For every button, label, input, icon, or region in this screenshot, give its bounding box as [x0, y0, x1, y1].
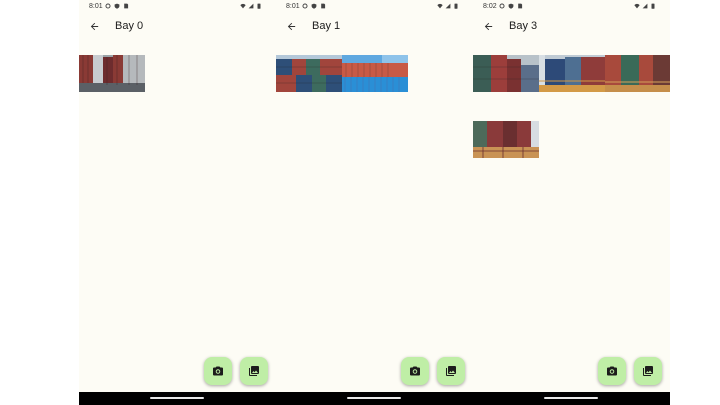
photo-library-icon — [643, 366, 653, 376]
container-photo-image — [79, 55, 145, 92]
wifi-icon — [437, 3, 443, 9]
container-photo-image — [276, 55, 342, 92]
settings-icon — [499, 3, 505, 9]
container-photo[interactable] — [342, 55, 408, 92]
camera-button[interactable] — [598, 357, 626, 385]
gallery-button[interactable] — [240, 357, 268, 385]
container-photo-image — [605, 55, 670, 92]
container-photo[interactable] — [539, 55, 605, 92]
container-photo[interactable] — [473, 121, 539, 158]
photo-library-icon — [446, 366, 456, 376]
battery-icon — [454, 3, 458, 9]
signal-icon — [445, 3, 451, 9]
container-photo[interactable] — [276, 55, 342, 92]
container-photo[interactable] — [79, 55, 145, 92]
home-handle[interactable] — [150, 397, 204, 399]
app-bar: Bay 1 — [276, 14, 473, 40]
arrow-back-icon — [484, 22, 492, 30]
camera-button[interactable] — [401, 357, 429, 385]
camera-icon — [410, 366, 420, 376]
status-time: 8:02 — [483, 3, 497, 10]
shield-icon — [114, 3, 120, 9]
page-title: Bay 3 — [509, 20, 538, 32]
gallery-button[interactable] — [634, 357, 662, 385]
status-bar: 8:01 — [276, 0, 473, 13]
home-handle[interactable] — [544, 397, 598, 399]
sim-card-icon — [124, 3, 129, 9]
wifi-icon — [634, 3, 640, 9]
container-photo-image — [539, 55, 605, 92]
phone-screen-bay-1: 8:01 Bay 1 — [276, 0, 473, 405]
container-photo[interactable] — [605, 55, 670, 92]
sim-card-icon — [518, 3, 523, 9]
arrow-back-icon — [90, 22, 98, 30]
camera-icon — [213, 366, 223, 376]
photo-library-icon — [249, 366, 259, 376]
container-photo-image — [342, 55, 408, 92]
sim-card-icon — [321, 3, 326, 9]
container-photo[interactable] — [473, 55, 539, 92]
battery-icon — [257, 3, 261, 9]
wifi-icon — [240, 3, 246, 9]
camera-button[interactable] — [204, 357, 232, 385]
status-time: 8:01 — [286, 3, 300, 10]
container-photo-image — [473, 121, 539, 158]
camera-icon — [607, 366, 617, 376]
navigation-bar — [79, 392, 276, 405]
signal-icon — [642, 3, 648, 9]
settings-icon — [105, 3, 111, 9]
phone-screen-bay-0: 8:01 Bay 0 — [79, 0, 276, 405]
container-photo-image — [473, 55, 539, 92]
status-bar: 8:01 — [79, 0, 276, 13]
arrow-back-icon — [287, 22, 295, 30]
phone-screen-bay-3: 8:02 Bay 3 — [473, 0, 670, 405]
signal-icon — [248, 3, 254, 9]
back-button[interactable] — [284, 19, 298, 33]
status-time: 8:01 — [89, 3, 103, 10]
back-button[interactable] — [87, 19, 101, 33]
app-bar: Bay 0 — [79, 14, 276, 40]
navigation-bar — [473, 392, 670, 405]
gallery-button[interactable] — [437, 357, 465, 385]
page-title: Bay 1 — [312, 20, 341, 32]
shield-icon — [311, 3, 317, 9]
status-bar: 8:02 — [473, 0, 670, 13]
app-bar: Bay 3 — [473, 14, 670, 40]
settings-icon — [302, 3, 308, 9]
home-handle[interactable] — [347, 397, 401, 399]
battery-icon — [651, 3, 655, 9]
back-button[interactable] — [481, 19, 495, 33]
shield-icon — [508, 3, 514, 9]
page-title: Bay 0 — [115, 20, 144, 32]
navigation-bar — [276, 392, 473, 405]
